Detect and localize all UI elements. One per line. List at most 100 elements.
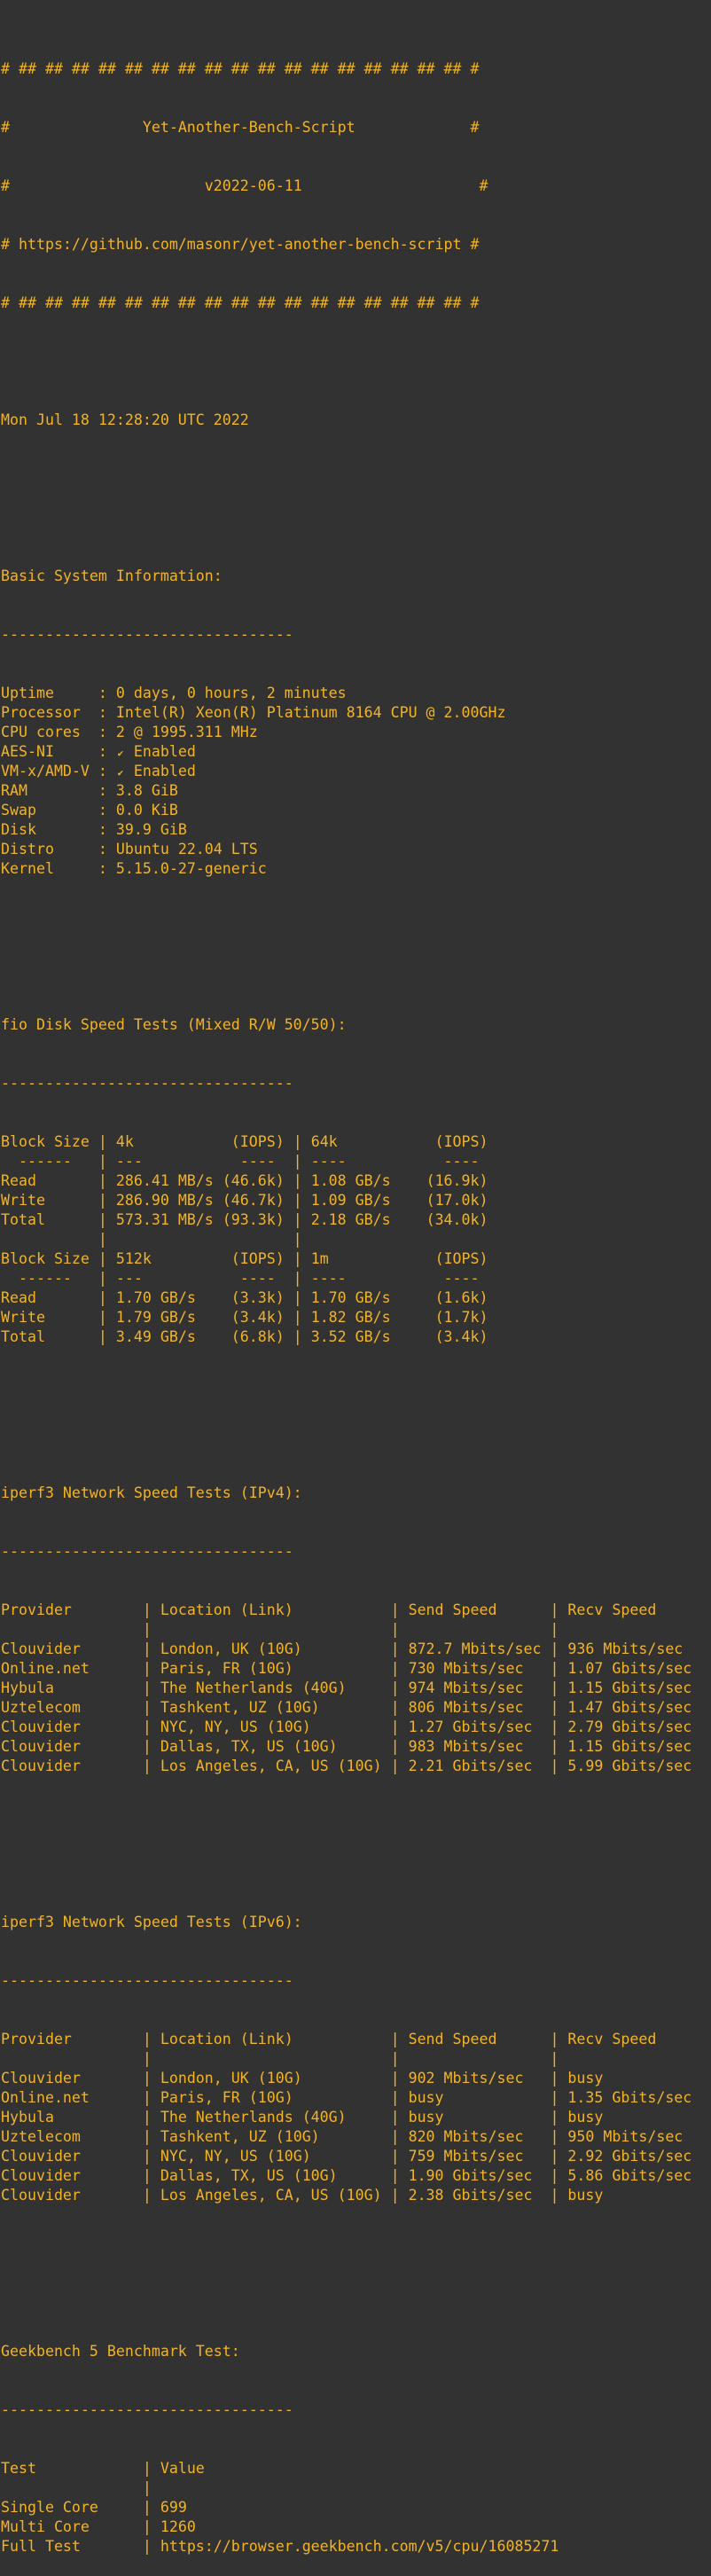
geekbench-full-test-link[interactable]: https://browser.geekbench.com/v5/cpu/160… [160, 2538, 559, 2555]
fio-row: Read | 286.41 MB/s (46.6k) | 1.08 GB/s (… [1, 1171, 691, 1191]
fio-speed: 286.41 MB/s [115, 1172, 223, 1189]
fio-row-label: Write [1, 1309, 98, 1326]
system-info-row: Swap : 0.0 KiB [1, 801, 691, 820]
column-separator: | [284, 1211, 311, 1228]
system-info-value: 0 days, 0 hours, 2 minutes [115, 685, 347, 701]
banner-version-line: # v2022-06-11 # [1, 176, 691, 196]
iperf-provider: Online.net [1, 2089, 143, 2106]
iperf-location: Los Angeles, CA, US (10G) [160, 1758, 391, 1774]
iperf-col-location: Location (Link) [160, 1601, 391, 1618]
iperf-send-speed: 983 Mbits/sec [408, 1738, 551, 1755]
separator: : [98, 685, 116, 701]
banner-pad [10, 119, 143, 136]
check-icon: ✔ [117, 767, 124, 779]
iperf-recv-speed: busy [567, 2187, 604, 2204]
iperf-col-provider: Provider [1, 2031, 143, 2047]
column-separator: | [390, 1660, 409, 1677]
column-separator: | [142, 2031, 160, 2047]
column-separator: | [390, 2187, 409, 2204]
section-divider: --------------------------------- [1, 626, 293, 643]
geekbench-test: Multi Core [1, 2518, 143, 2535]
geekbench-spacer-row: | [1, 2478, 691, 2498]
column-separator: | [284, 1309, 311, 1326]
column-separator: | [1, 2479, 152, 2496]
system-info-value: Enabled [133, 743, 196, 760]
system-info-label: CPU cores [1, 724, 98, 740]
separator: : [98, 821, 116, 838]
column-separator: | [142, 2499, 160, 2516]
banner-border-top: # ## ## ## ## ## ## ## ## ## ## ## ## ##… [1, 60, 480, 77]
banner-pad [10, 177, 205, 194]
separator: : [98, 802, 116, 818]
system-info-value: 3.8 GiB [115, 782, 178, 799]
iperf-col-location: Location (Link) [160, 2031, 391, 2047]
fio-block-size: 64k [310, 1133, 435, 1150]
column-separator: | [390, 1601, 409, 1618]
iperf-row: Hybula | The Netherlands (40G) | 974 Mbi… [1, 1679, 691, 1698]
column-separator: | [142, 2148, 160, 2165]
banner-url[interactable]: https://github.com/masonr/yet-another-be… [19, 236, 462, 253]
separator: : [98, 782, 116, 799]
iperf-provider: Uztelecom [1, 1699, 143, 1716]
banner-border-bottom: # ## ## ## ## ## ## ## ## ## ## ## ## ##… [1, 294, 480, 311]
fio-iops: (1.7k) [426, 1309, 488, 1326]
column-separator: | [390, 2167, 409, 2184]
fio-iops: (46.6k) [222, 1172, 285, 1189]
column-separator: | [142, 2128, 160, 2145]
separator: : [98, 860, 116, 877]
iperf-send-speed: 806 Mbits/sec [408, 1699, 551, 1716]
iperf-provider: Clouvider [1, 1640, 143, 1657]
geekbench-score: 1260 [160, 2518, 196, 2535]
geekbench-row: Single Core | 699 [1, 2498, 691, 2517]
iperf-row: Hybula | The Netherlands (40G) | busy | … [1, 2108, 691, 2127]
iperf-location: Paris, FR (10G) [160, 1660, 391, 1677]
column-separator: | [142, 1699, 160, 1716]
column-separator: | [550, 1679, 568, 1696]
iperf-send-speed: 1.90 Gbits/sec [408, 2167, 551, 2184]
system-info-label: VM-x/AMD-V [1, 763, 98, 779]
system-info-value: 2 @ 1995.311 MHz [115, 724, 258, 740]
check-icon: ✔ [117, 748, 124, 759]
column-separator: | | | [1, 1621, 559, 1638]
system-info-value: 0.0 KiB [115, 802, 178, 818]
iperf-recv-speed: busy [567, 2070, 604, 2087]
iperf-location: Tashkent, UZ (10G) [160, 1699, 391, 1716]
column-separator: | [98, 1211, 116, 1228]
banner-hash: # [1, 236, 19, 253]
column-separator: | [550, 1601, 568, 1618]
column-separator: | [142, 2518, 160, 2535]
fio-speed: 1.08 GB/s [310, 1172, 426, 1189]
iperf-recv-speed: 1.47 Gbits/sec [567, 1699, 692, 1716]
iperf-header-row: Provider | Location (Link) | Send Speed … [1, 1601, 691, 1620]
column-separator: | [550, 1758, 568, 1774]
iperf-header-row: Provider | Location (Link) | Send Speed … [1, 2030, 691, 2049]
column-separator: | [98, 1192, 116, 1209]
iperf-send-speed: busy [408, 2109, 551, 2126]
iperf-send-speed: 1.27 Gbits/sec [408, 1719, 551, 1735]
fio-iops: (3.4k) [426, 1328, 488, 1345]
iperf-row: Clouvider | Dallas, TX, US (10G) | 983 M… [1, 1737, 691, 1757]
iperf-row: Uztelecom | Tashkent, UZ (10G) | 820 Mbi… [1, 2127, 691, 2147]
system-info-row: Processor : Intel(R) Xeon(R) Platinum 81… [1, 703, 691, 723]
fio-iops-header: (IOPS) [230, 1250, 285, 1267]
fio-speed: 1.79 GB/s [115, 1309, 223, 1326]
iperf-location: Dallas, TX, US (10G) [160, 2167, 391, 2184]
banner-version: v2022-06-11 [204, 177, 302, 194]
column-separator: | [142, 1758, 160, 1774]
column-separator: | [98, 1133, 116, 1150]
column-separator: | [550, 2148, 568, 2165]
column-separator: | [390, 2128, 409, 2145]
iperf-row: Clouvider | Los Angeles, CA, US (10G) | … [1, 2186, 691, 2205]
iperf-send-speed: 974 Mbits/sec [408, 1679, 551, 1696]
iperf-row: Clouvider | NYC, NY, US (10G) | 759 Mbit… [1, 2147, 691, 2166]
iperf-row: Uztelecom | Tashkent, UZ (10G) | 806 Mbi… [1, 1698, 691, 1718]
iperf-row: Online.net | Paris, FR (10G) | busy | 1.… [1, 2088, 691, 2108]
fio-block-size: 4k [115, 1133, 231, 1150]
column-separator: | [550, 1699, 568, 1716]
column-separator: | [284, 1250, 311, 1267]
iperf-recv-speed: 5.86 Gbits/sec [567, 2167, 692, 2184]
separator: : [98, 704, 116, 721]
